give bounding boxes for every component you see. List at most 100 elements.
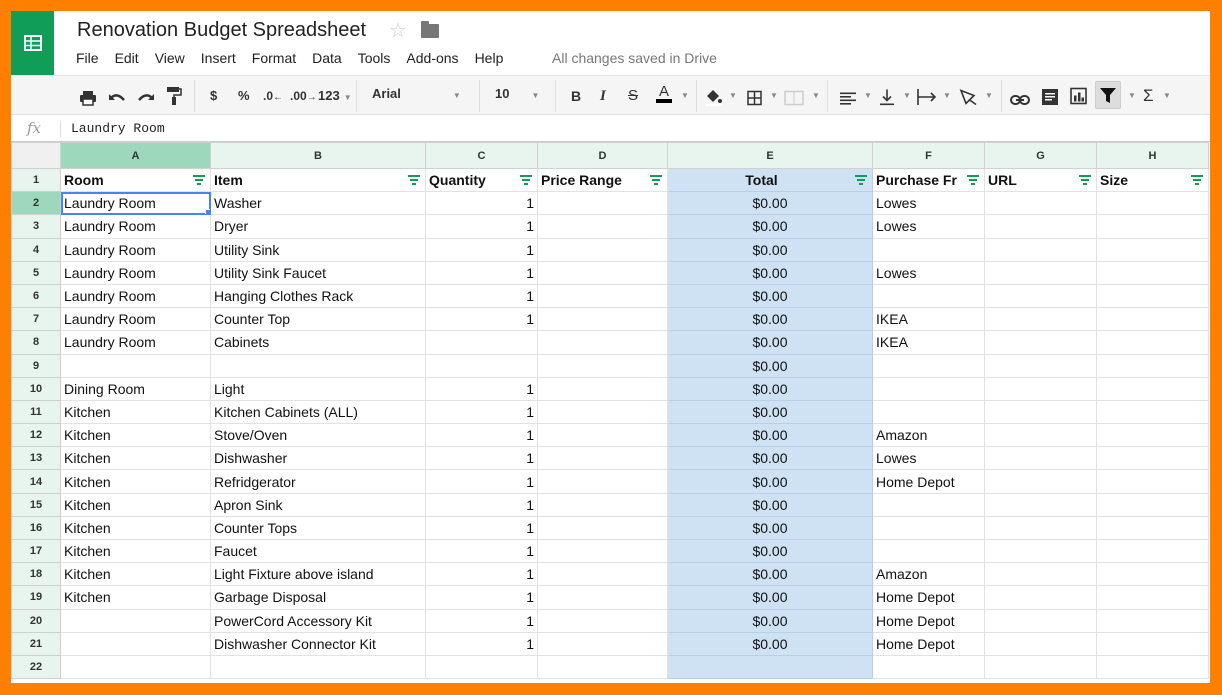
cell-size[interactable]	[1096, 446, 1209, 471]
undo-icon[interactable]	[108, 88, 126, 108]
cell-room[interactable]: Kitchen	[60, 492, 211, 517]
cell-item[interactable]: Refridgerator	[210, 469, 426, 494]
cell-price[interactable]	[537, 608, 668, 633]
row-header[interactable]: 9	[11, 353, 61, 378]
menu-insert[interactable]: Insert	[201, 50, 236, 66]
cell-room[interactable]: Laundry Room	[60, 214, 211, 239]
header-cell-room[interactable]: Room	[60, 167, 211, 193]
cell-qty[interactable]: 1	[425, 423, 538, 448]
fill-handle[interactable]	[205, 209, 210, 214]
row-header[interactable]: 6	[11, 283, 61, 309]
caret-down-icon[interactable]: ▼	[812, 86, 820, 106]
cell-qty[interactable]: 1	[425, 399, 538, 425]
cell-room[interactable]: Laundry Room	[60, 330, 211, 355]
cell-from[interactable]: IKEA	[872, 330, 985, 355]
cell-from[interactable]: Home Depot	[872, 585, 985, 610]
cell-from[interactable]	[872, 283, 985, 309]
cell-url[interactable]	[984, 446, 1097, 471]
row-header[interactable]: 20	[11, 608, 61, 633]
bold-button[interactable]: B	[571, 86, 581, 106]
cell-url[interactable]	[984, 237, 1097, 262]
cell-price[interactable]	[537, 654, 668, 680]
cell-qty[interactable]: 1	[425, 214, 538, 239]
save-status[interactable]: All changes saved in Drive	[552, 50, 717, 66]
caret-down-icon[interactable]: ▼	[729, 86, 737, 106]
cell-item[interactable]: Garbage Disposal	[210, 585, 426, 610]
row-header[interactable]: 13	[11, 446, 61, 471]
cell-price[interactable]	[537, 469, 668, 494]
cell-url[interactable]	[984, 353, 1097, 378]
cell-url[interactable]	[984, 538, 1097, 564]
header-cell-purchase-from[interactable]: Purchase Fr	[872, 167, 985, 193]
cell-from[interactable]: Home Depot	[872, 608, 985, 633]
increase-decimal-button[interactable]: .00→	[290, 86, 317, 106]
cell-price[interactable]	[537, 353, 668, 378]
redo-icon[interactable]	[137, 88, 155, 108]
header-cell-size[interactable]: Size	[1096, 167, 1209, 193]
cell-from[interactable]	[872, 654, 985, 680]
cell-item[interactable]: Utility Sink Faucet	[210, 260, 426, 285]
insert-comment-icon[interactable]	[1042, 87, 1058, 107]
cell-qty[interactable]: 1	[425, 562, 538, 587]
header-cell-item[interactable]: Item	[210, 167, 426, 193]
cell-from[interactable]	[872, 399, 985, 425]
cell-item[interactable]: Utility Sink	[210, 237, 426, 262]
cell-qty[interactable]	[425, 330, 538, 355]
menu-edit[interactable]: Edit	[115, 50, 139, 66]
cell-total[interactable]	[667, 654, 873, 680]
cell-total[interactable]: $0.00	[667, 191, 873, 216]
borders-icon[interactable]	[747, 88, 762, 108]
folder-icon[interactable]	[421, 21, 439, 38]
cell-qty[interactable]: 1	[425, 585, 538, 610]
row-header[interactable]: 22	[11, 654, 61, 680]
cell-qty[interactable]: 1	[425, 469, 538, 494]
cell-from[interactable]: IKEA	[872, 307, 985, 332]
cell-url[interactable]	[984, 260, 1097, 285]
paint-format-icon[interactable]	[166, 86, 182, 106]
cell-price[interactable]	[537, 585, 668, 610]
cell-from[interactable]: Amazon	[872, 562, 985, 587]
cell-total[interactable]: $0.00	[667, 585, 873, 610]
cell-item[interactable]	[210, 353, 426, 378]
cell-item[interactable]: Counter Top	[210, 307, 426, 332]
cell-qty[interactable]: 1	[425, 446, 538, 471]
row-header[interactable]: 14	[11, 469, 61, 494]
cell-item[interactable]: Stove/Oven	[210, 423, 426, 448]
cell-price[interactable]	[537, 283, 668, 309]
cell-url[interactable]	[984, 631, 1097, 656]
cell-url[interactable]	[984, 214, 1097, 239]
menu-data[interactable]: Data	[312, 50, 342, 66]
cell-room[interactable]: Laundry Room	[60, 260, 211, 285]
row-header[interactable]: 19	[11, 585, 61, 610]
cell-url[interactable]	[984, 376, 1097, 401]
cell-qty[interactable]: 1	[425, 260, 538, 285]
strikethrough-button[interactable]: S	[628, 86, 638, 106]
cell-url[interactable]	[984, 283, 1097, 309]
cell-url[interactable]	[984, 585, 1097, 610]
cell-room[interactable]: Dining Room	[60, 376, 211, 401]
cell-size[interactable]	[1096, 376, 1209, 401]
row-header[interactable]: 16	[11, 515, 61, 541]
cell-room[interactable]: Kitchen	[60, 538, 211, 564]
caret-down-icon[interactable]: ▼	[770, 86, 778, 106]
cell-price[interactable]	[537, 260, 668, 285]
cell-size[interactable]	[1096, 307, 1209, 332]
cell-size[interactable]	[1096, 654, 1209, 680]
cell-room[interactable]: Kitchen	[60, 423, 211, 448]
cell-from[interactable]	[872, 353, 985, 378]
cell-from[interactable]: Lowes	[872, 214, 985, 239]
text-color-button[interactable]: A	[656, 84, 673, 103]
italic-button[interactable]: I	[600, 86, 606, 106]
cell-item[interactable]: Faucet	[210, 538, 426, 564]
cell-total[interactable]: $0.00	[667, 399, 873, 425]
cell-size[interactable]	[1096, 631, 1209, 656]
cell-qty[interactable]: 1	[425, 492, 538, 517]
row-header[interactable]: 15	[11, 492, 61, 517]
cell-room[interactable]	[60, 353, 211, 378]
star-icon[interactable]: ☆	[389, 18, 407, 43]
cell-size[interactable]	[1096, 214, 1209, 239]
formula-input[interactable]: Laundry Room	[71, 121, 165, 136]
filter-button[interactable]	[1095, 81, 1121, 109]
header-cell-url[interactable]: URL	[984, 167, 1097, 193]
cell-qty[interactable]: 1	[425, 538, 538, 564]
